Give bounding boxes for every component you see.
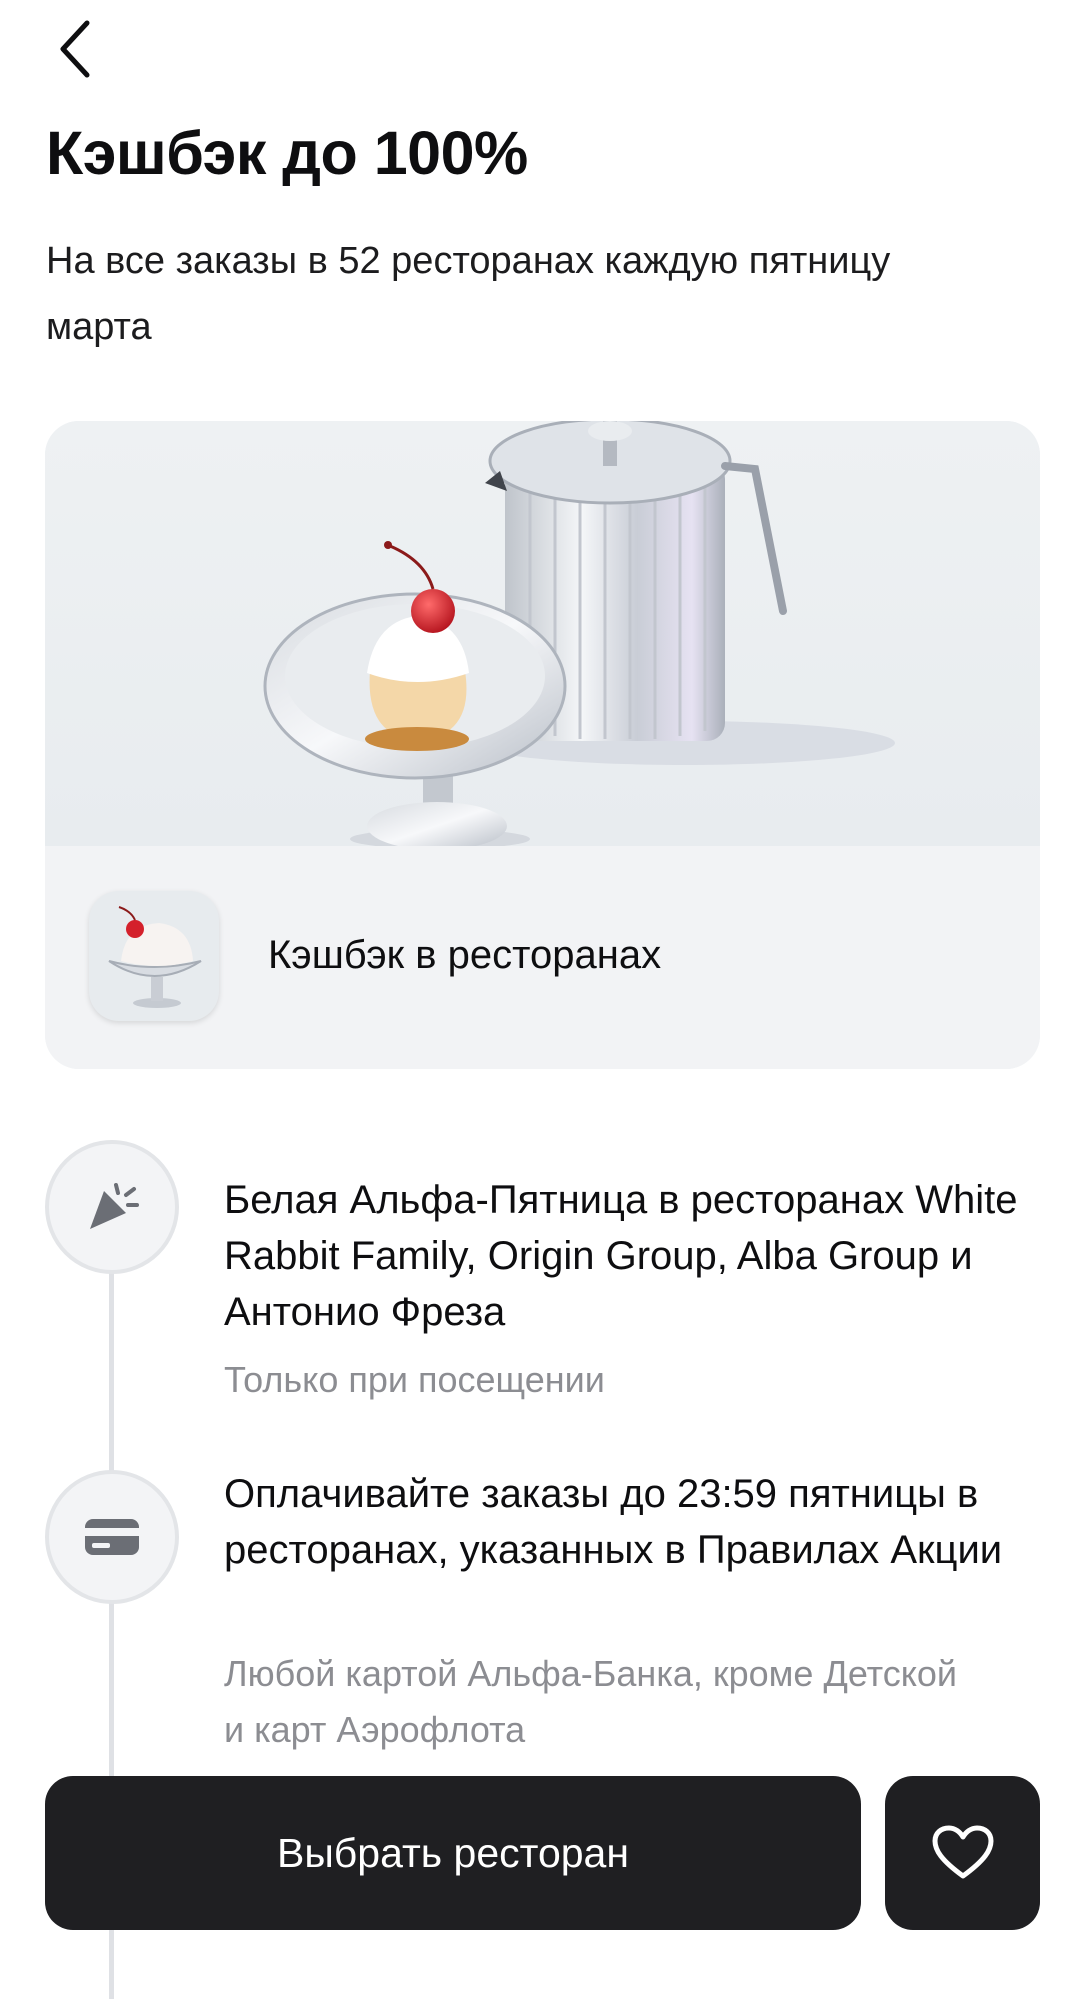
dessert-and-teapot-illustration <box>263 421 895 850</box>
chevron-left-icon <box>60 20 90 78</box>
choose-restaurant-button[interactable]: Выбрать ресторан <box>45 1776 861 1930</box>
step-note-2: Любой картой Альфа-Банка, кроме Детской … <box>224 1653 958 1750</box>
party-popper-icon <box>90 1183 139 1229</box>
step-title-2: Оплачивайте заказы до 23:59 пятницы в ре… <box>224 1472 1003 1572</box>
step-title-1: Белая Альфа-Пятница в ресторанах White R… <box>224 1178 1018 1334</box>
ice-cream-cup-icon <box>108 906 202 1008</box>
favorite-button[interactable] <box>885 1776 1040 1930</box>
step-icon-1 <box>45 1140 179 1274</box>
credit-card-icon <box>85 1519 139 1555</box>
step-note-1: Только при посещении <box>224 1359 605 1400</box>
promo-row-label: Кэшбэк в ресторанах <box>268 933 662 977</box>
promo-illustration <box>45 421 1040 850</box>
page-subtitle: На все заказы в 52 ресторанах каждую пят… <box>46 240 891 348</box>
promo-thumbnail <box>89 891 219 1021</box>
step-icon-2 <box>45 1470 179 1604</box>
page-title: Кэшбэк до 100% <box>46 119 528 187</box>
back-button[interactable] <box>40 14 110 84</box>
heart-icon <box>932 1825 993 1879</box>
promo-card: Кэшбэк в ресторанах <box>45 421 1040 1069</box>
